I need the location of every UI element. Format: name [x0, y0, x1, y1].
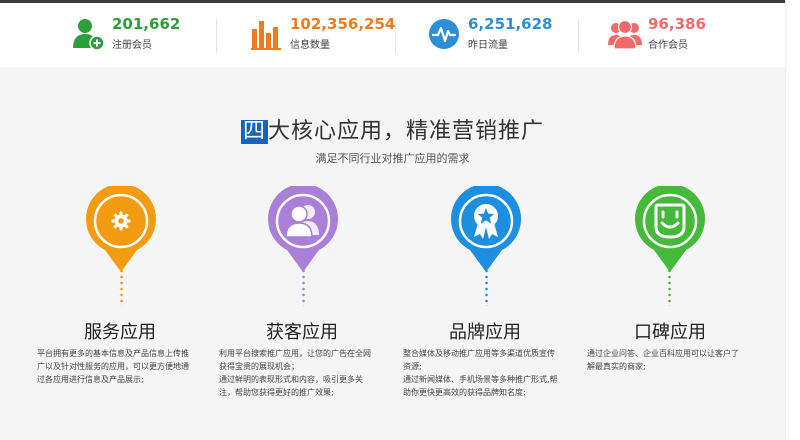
- stat-value: 6,251,628: [468, 15, 553, 33]
- badge-star-icon: [474, 204, 498, 239]
- feature-title: 口碑应用: [634, 322, 706, 343]
- users-icon: [285, 205, 319, 237]
- feature-title: 品牌应用: [449, 322, 521, 343]
- group-icon: [608, 19, 642, 50]
- feature-description: 整合媒体及移动推广应用等多渠道优质宣传 资源; 通过新闻媒体、手机场景等多种推广…: [403, 347, 593, 399]
- stats-bar: 201,662 注册会员 102,356,254 信息数量 6,251,628 …: [0, 3, 785, 67]
- bar-chart-icon: [251, 21, 281, 50]
- desc-line: 通过企业问答、企业百科应用可以让客户了: [587, 349, 739, 358]
- desc-line: 助你更快更高效的获得品牌知名度;: [403, 388, 526, 397]
- section-subtitle: 满足不同行业对推广应用的需求: [315, 152, 470, 165]
- desc-line: 注，帮助您获得更好的推广效果;: [219, 388, 334, 397]
- connector-dots: [120, 268, 123, 306]
- desc-line: 资源;: [403, 362, 422, 371]
- desc-line: 通过新闻媒体、手机场景等多种推广形式,帮: [403, 375, 558, 384]
- desc-line: 平台拥有更多的基本信息及产品信息上传推: [37, 349, 189, 358]
- title-highlight: 四: [240, 119, 268, 144]
- stat-value: 201,662: [112, 15, 181, 33]
- stat-label: 信息数量: [290, 40, 330, 51]
- stat-value: 96,386: [648, 15, 706, 33]
- feature-title: 服务应用: [84, 322, 156, 343]
- stat-value: 102,356,254: [290, 15, 396, 33]
- desc-line: 广以及针对性服务的应用，可以更方便地通: [37, 362, 189, 371]
- desc-line: 利用平台搜索推广应用，让您的广告在全网: [219, 349, 371, 358]
- feature-title: 获客应用: [266, 322, 338, 343]
- connector-dots: [302, 268, 305, 306]
- desc-line: 过各应用进行信息及产品展示;: [37, 375, 144, 384]
- divider: [578, 19, 579, 53]
- smile-icon: [654, 203, 686, 239]
- stat-label: 昨日流量: [468, 40, 508, 51]
- stat-label: 注册会员: [112, 40, 152, 51]
- stat-label: 合作会员: [648, 40, 688, 51]
- section-title: 四大核心应用，精准营销推广: [0, 113, 785, 145]
- desc-line: 获得宝贵的展现机会；: [219, 362, 299, 371]
- add-user-icon: [73, 19, 105, 51]
- feature-description: 通过企业问答、企业百科应用可以让客户了 解最真实的商家;: [587, 347, 777, 373]
- divider: [216, 19, 217, 53]
- divider: [395, 19, 396, 53]
- title-rest: 大核心应用，精准营销推广: [268, 119, 545, 144]
- pulse-icon: [429, 19, 459, 49]
- connector-dots: [485, 268, 488, 306]
- feature-description: 平台拥有更多的基本信息及产品信息上传推 广以及针对性服务的应用，可以更方便地通 …: [37, 347, 227, 386]
- gear-icon: [111, 211, 131, 231]
- desc-line: 解最真实的商家;: [587, 362, 646, 371]
- desc-line: 整合媒体及移动推广应用等多渠道优质宣传: [403, 349, 555, 358]
- feature-description: 利用平台搜索推广应用，让您的广告在全网 获得宝贵的展现机会； 通过鲜明的表现形式…: [219, 347, 409, 399]
- connector-dots: [668, 268, 671, 306]
- scrollbar-thumb[interactable]: [789, 6, 797, 426]
- vertical-scrollbar[interactable]: [785, 0, 800, 440]
- desc-line: 通过鲜明的表现形式和内容，吸引更多关: [219, 375, 363, 384]
